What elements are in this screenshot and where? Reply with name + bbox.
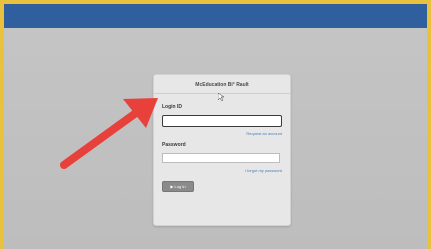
card-title: McEducation Bi° Rault [195, 82, 249, 88]
video-frame-border: McEducation Bi° Rault Login ID Request a… [0, 0, 431, 249]
forgot-password-link[interactable]: I forgot my password [245, 168, 282, 173]
password-input[interactable] [162, 153, 280, 163]
login-id-input[interactable] [162, 115, 282, 127]
login-button[interactable]: ▶ Log In [162, 181, 194, 192]
request-account-link[interactable]: Request an account [246, 131, 282, 136]
browser-screen: McEducation Bi° Rault Login ID Request a… [4, 4, 427, 249]
password-label: Password [162, 142, 186, 148]
login-id-label: Login ID [162, 104, 182, 110]
mouse-cursor-icon [218, 93, 224, 101]
header-bar [4, 4, 427, 28]
page-content: McEducation Bi° Rault Login ID Request a… [4, 28, 427, 249]
